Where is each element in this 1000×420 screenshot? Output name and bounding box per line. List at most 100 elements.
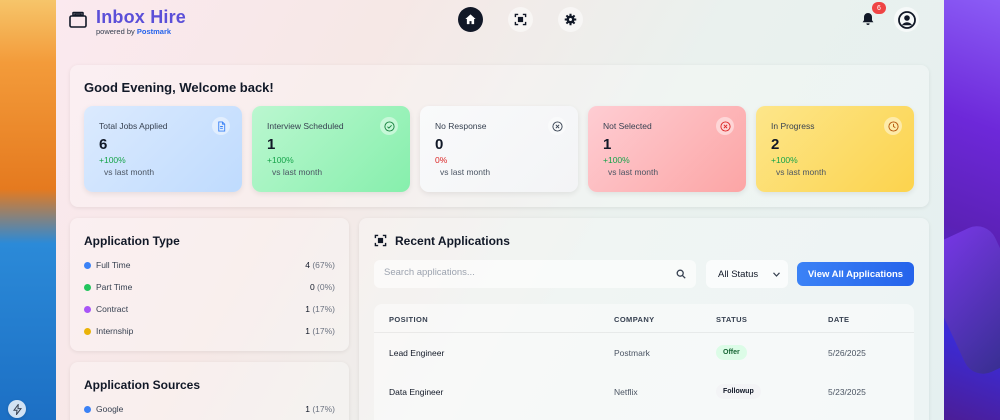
home-icon [465, 14, 476, 25]
type-count: 0 (0%) [309, 282, 335, 292]
column-header-date[interactable]: DATE [828, 315, 849, 324]
brand-powered-by: powered by Postmark [96, 27, 186, 36]
stat-card-not-selected[interactable]: Not Selected 1 +100% vs last month [588, 106, 746, 192]
cell-date: 5/23/2025 [828, 387, 866, 397]
status-badge: Offer [716, 345, 747, 360]
source-name: Google [96, 404, 124, 414]
scan-icon [374, 234, 387, 247]
recent-applications-panel: Recent Applications All Status View All … [359, 218, 929, 420]
welcome-greeting: Good Evening, Welcome back! [84, 80, 274, 95]
app-window: Inbox Hire powered by Postmark 6 Good Ev… [56, 0, 944, 420]
column-header-status[interactable]: STATUS [716, 315, 747, 324]
panel-title: Application Sources [84, 378, 201, 392]
stat-change: +100% [771, 155, 798, 165]
clock-icon [884, 117, 902, 135]
document-icon [212, 117, 230, 135]
type-name: Full Time [96, 260, 131, 270]
status-badge: Followup [716, 384, 761, 399]
top-header: Inbox Hire powered by Postmark 6 [56, 0, 944, 44]
brand-title: Inbox Hire [96, 7, 187, 27]
wallpaper-left-edge [0, 0, 60, 420]
stat-value: 1 [267, 136, 276, 153]
status-filter-select[interactable]: All Status [706, 260, 788, 288]
stat-label: In Progress [771, 121, 815, 131]
application-sources-panel: Application Sources Google 1 (17%) [70, 362, 349, 420]
cell-date: 5/26/2025 [828, 348, 866, 358]
stat-value: 1 [603, 136, 612, 153]
search-box [374, 260, 696, 288]
cell-position: Lead Engineer [389, 348, 445, 358]
view-all-applications-button[interactable]: View All Applications [797, 262, 914, 286]
briefcase-icon [69, 11, 87, 28]
type-count: 1 (17%) [305, 326, 335, 336]
legend-dot [84, 406, 91, 413]
column-header-position[interactable]: POSITION [389, 315, 428, 324]
applications-table: POSITION COMPANY STATUS DATE Lead Engine… [374, 304, 914, 420]
stat-change: +100% [99, 155, 126, 165]
recent-applications-title: Recent Applications [395, 234, 510, 248]
notification-count-badge: 6 [872, 2, 886, 14]
stat-value: 0 [435, 136, 444, 153]
wallpaper-right-edge [940, 0, 1000, 420]
type-row-internship: Internship 1 (17%) [84, 325, 335, 339]
welcome-card: Good Evening, Welcome back! Total Jobs A… [70, 65, 929, 207]
gear-icon [564, 13, 577, 26]
user-avatar-button[interactable] [894, 7, 919, 32]
stat-card-no-response[interactable]: No Response 0 0% vs last month [420, 106, 578, 192]
user-circle-icon [897, 10, 916, 29]
nav-home-button[interactable] [458, 7, 483, 32]
powered-name: Postmark [136, 27, 172, 36]
type-row-full-time: Full Time 4 (67%) [84, 259, 335, 273]
scan-icon [514, 13, 527, 26]
type-row-part-time: Part Time 0 (0%) [84, 281, 335, 295]
stat-value: 2 [771, 136, 780, 153]
stat-subtext: vs last month [104, 167, 155, 177]
stat-value: 6 [99, 136, 108, 153]
search-icon[interactable] [676, 269, 686, 279]
quick-action-button[interactable] [8, 400, 26, 418]
stat-card-interview-scheduled[interactable]: Interview Scheduled 1 +100% vs last mont… [252, 106, 410, 192]
legend-dot [84, 328, 91, 335]
cell-position: Data Engineer [389, 387, 444, 397]
type-count: 4 (67%) [305, 260, 335, 270]
cell-company: Netflix [614, 387, 638, 397]
stat-change: +100% [603, 155, 630, 165]
x-circle-icon [548, 117, 566, 135]
stat-subtext: vs last month [440, 167, 491, 177]
chevron-down-icon [773, 272, 780, 277]
type-name: Contract [96, 304, 129, 314]
legend-dot [84, 306, 91, 313]
source-count: 1 (17%) [305, 404, 335, 414]
header-divider [374, 332, 914, 333]
search-input[interactable] [384, 267, 664, 278]
panel-title: Application Type [84, 234, 180, 248]
x-circle-icon [716, 117, 734, 135]
stat-label: No Response [435, 121, 487, 131]
cell-company: Postmark [614, 348, 650, 358]
stat-card-in-progress[interactable]: In Progress 2 +100% vs last month [756, 106, 914, 192]
legend-dot [84, 284, 91, 291]
notification-bell-icon[interactable] [860, 11, 876, 27]
stat-change: +100% [267, 155, 294, 165]
nav-settings-button[interactable] [558, 7, 583, 32]
check-circle-icon [380, 117, 398, 135]
column-header-company[interactable]: COMPANY [614, 315, 655, 324]
main-nav [458, 7, 583, 32]
type-name: Internship [96, 326, 134, 336]
stat-label: Not Selected [603, 121, 652, 131]
stat-label: Total Jobs Applied [99, 121, 168, 131]
nav-scan-button[interactable] [508, 7, 533, 32]
stat-subtext: vs last month [272, 167, 323, 177]
stat-card-total-jobs[interactable]: Total Jobs Applied 6 +100% vs last month [84, 106, 242, 192]
type-name: Part Time [96, 282, 133, 292]
type-count: 1 (17%) [305, 304, 335, 314]
stat-label: Interview Scheduled [267, 121, 344, 131]
lightning-icon [12, 403, 22, 415]
type-row-contract: Contract 1 (17%) [84, 303, 335, 317]
stat-subtext: vs last month [776, 167, 827, 177]
status-filter-value: All Status [718, 269, 759, 280]
brand[interactable]: Inbox Hire powered by Postmark [68, 7, 186, 36]
stat-subtext: vs last month [608, 167, 659, 177]
stat-change: 0% [435, 155, 448, 165]
powered-prefix: powered by [96, 27, 135, 36]
